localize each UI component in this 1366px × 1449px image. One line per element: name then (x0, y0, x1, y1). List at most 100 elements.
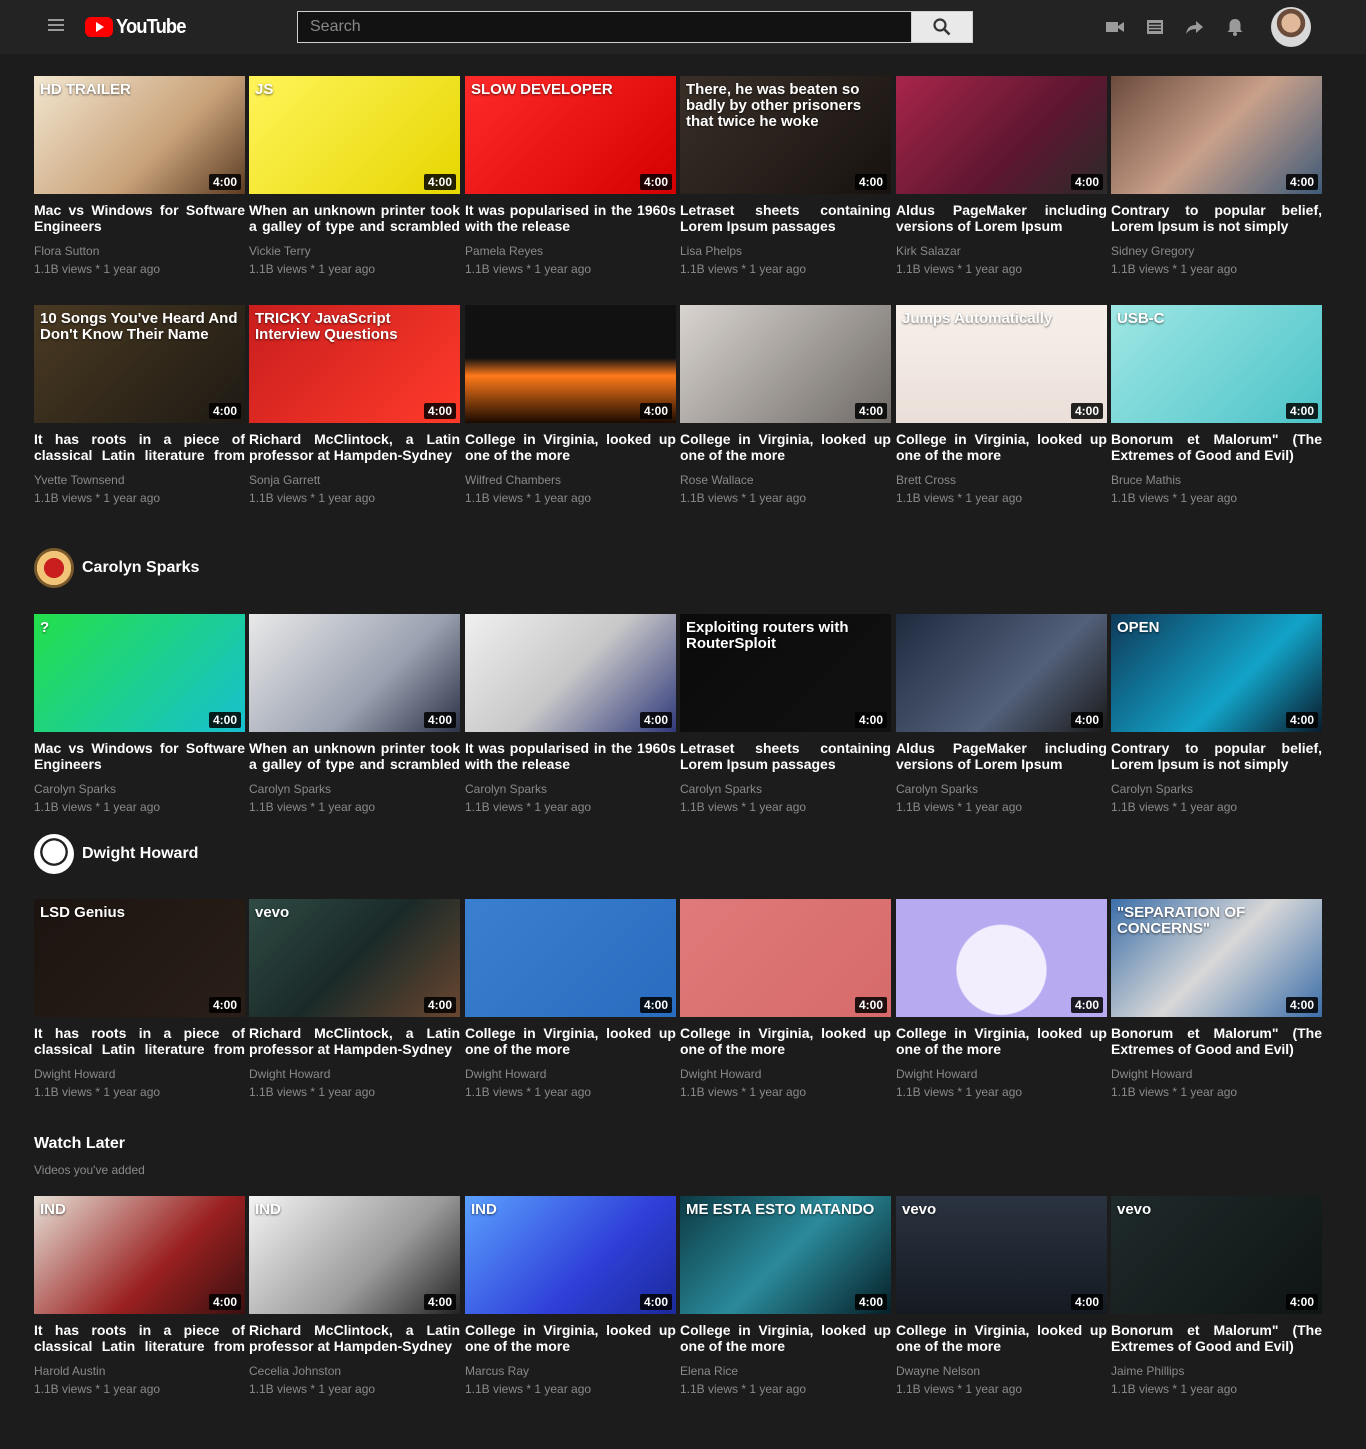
video-thumbnail[interactable]: 4:00 (680, 899, 891, 1017)
channel-link[interactable]: Cecelia Johnston (249, 1364, 460, 1378)
video-card[interactable]: TRICKY JavaScript Interview Questions 4:0… (249, 305, 460, 505)
video-title[interactable]: College in Virginia, looked up one of th… (896, 1322, 1107, 1354)
video-card[interactable]: vevo 4:00 Richard McClintock, a Latin prof… (249, 899, 460, 1099)
video-card[interactable]: OPEN 4:00 Contrary to popular belief, Lore… (1111, 614, 1322, 814)
video-title[interactable]: College in Virginia, looked up one of th… (465, 431, 676, 463)
channel-avatar[interactable] (34, 834, 74, 874)
video-thumbnail[interactable]: TRICKY JavaScript Interview Questions 4:0… (249, 305, 460, 423)
channel-link[interactable]: Harold Austin (34, 1364, 245, 1378)
channel-link[interactable]: Dwight Howard (1111, 1067, 1322, 1081)
video-title[interactable]: College in Virginia, looked up one of th… (680, 1322, 891, 1354)
video-card[interactable]: ME ESTA ESTO MATANDO 4:00 College in Virgi… (680, 1196, 891, 1396)
channel-link[interactable]: Wilfred Chambers (465, 473, 676, 487)
video-title[interactable]: Mac vs Windows for Software Engineers (34, 202, 245, 234)
video-title[interactable]: Richard McClintock, a Latin professor at… (249, 1025, 460, 1057)
channel-link[interactable]: Kirk Salazar (896, 244, 1107, 258)
video-title[interactable]: It has roots in a piece of classical Lat… (34, 1025, 245, 1057)
video-title[interactable]: College in Virginia, looked up one of th… (465, 1322, 676, 1354)
video-card[interactable]: 10 Songs You've Heard And Don't Know The… (34, 305, 245, 505)
channel-link[interactable]: Carolyn Sparks (1111, 782, 1322, 796)
video-thumbnail[interactable]: vevo 4:00 (896, 1196, 1107, 1314)
video-card[interactable]: HD TRAILER 4:00 Mac vs Windows for Softwar… (34, 76, 245, 276)
account-avatar[interactable] (1271, 7, 1311, 47)
video-card[interactable]: 4:00 College in Virginia, looked up one o… (896, 899, 1107, 1099)
youtube-logo[interactable]: YouTube (85, 16, 192, 38)
video-thumbnail[interactable]: 4:00 (896, 899, 1107, 1017)
video-thumbnail[interactable]: 4:00 (1111, 76, 1322, 194)
video-card[interactable]: 4:00 College in Virginia, looked up one o… (680, 305, 891, 505)
video-thumbnail[interactable]: OPEN 4:00 (1111, 614, 1322, 732)
channel-link[interactable]: Brett Cross (896, 473, 1107, 487)
video-card[interactable]: 4:00 Aldus PageMaker including versions o… (896, 614, 1107, 814)
video-title[interactable]: Letraset sheets containing Lorem Ipsum p… (680, 202, 891, 234)
video-title[interactable]: Richard McClintock, a Latin professor at… (249, 431, 460, 463)
video-title[interactable]: When an unknown printer took a galley of… (249, 202, 460, 234)
channel-link[interactable]: Rose Wallace (680, 473, 891, 487)
apps-list-icon[interactable] (1145, 17, 1165, 37)
video-title[interactable]: Bonorum et Malorum" (The Extremes of Goo… (1111, 1025, 1322, 1057)
video-card[interactable]: 4:00 College in Virginia, looked up one o… (680, 899, 891, 1099)
channel-link[interactable]: Jaime Phillips (1111, 1364, 1322, 1378)
video-title[interactable]: Bonorum et Malorum" (The Extremes of Goo… (1111, 431, 1322, 463)
video-title[interactable]: Richard McClintock, a Latin professor at… (249, 1322, 460, 1354)
video-title[interactable]: Aldus PageMaker including versions of Lo… (896, 740, 1107, 772)
video-thumbnail[interactable]: IND 4:00 (465, 1196, 676, 1314)
video-card[interactable]: Jumps Automatically 4:00 College in Virgin… (896, 305, 1107, 505)
video-card[interactable]: vevo 4:00 Bonorum et Malorum" (The Extreme… (1111, 1196, 1322, 1396)
channel-link[interactable]: Bruce Mathis (1111, 473, 1322, 487)
channel-link[interactable]: Dwight Howard (34, 1067, 245, 1081)
video-card[interactable]: There, he was beaten so badly by other p… (680, 76, 891, 276)
video-card[interactable]: 4:00 It was popularised in the 1960s with… (465, 614, 676, 814)
video-thumbnail[interactable]: IND 4:00 (34, 1196, 245, 1314)
video-thumbnail[interactable]: 4:00 (465, 614, 676, 732)
video-thumbnail[interactable]: Jumps Automatically 4:00 (896, 305, 1107, 423)
channel-link[interactable]: Carolyn Sparks (896, 782, 1107, 796)
video-card[interactable]: 4:00 Aldus PageMaker including versions o… (896, 76, 1107, 276)
video-title[interactable]: College in Virginia, looked up one of th… (465, 1025, 676, 1057)
video-thumbnail[interactable]: vevo 4:00 (249, 899, 460, 1017)
video-card[interactable]: IND 4:00 It has roots in a piece of classi… (34, 1196, 245, 1396)
video-title[interactable]: College in Virginia, looked up one of th… (896, 431, 1107, 463)
menu-icon[interactable] (48, 19, 64, 35)
video-title[interactable]: It has roots in a piece of classical Lat… (34, 431, 245, 463)
video-thumbnail[interactable]: IND 4:00 (249, 1196, 460, 1314)
video-thumbnail[interactable]: 4:00 (249, 614, 460, 732)
video-thumbnail[interactable]: 4:00 (896, 76, 1107, 194)
channel-link[interactable]: Sonja Garrett (249, 473, 460, 487)
video-thumbnail[interactable]: 4:00 (465, 305, 676, 423)
channel-link[interactable]: Vickie Terry (249, 244, 460, 258)
video-thumbnail[interactable]: SLOW DEVELOPER 4:00 (465, 76, 676, 194)
video-title[interactable]: College in Virginia, looked up one of th… (896, 1025, 1107, 1057)
video-thumbnail[interactable]: 4:00 (896, 614, 1107, 732)
video-card[interactable]: LSD Genius 4:00 It has roots in a piece of… (34, 899, 245, 1099)
video-thumbnail[interactable]: Exploiting routers with RouterSploit 4:00 (680, 614, 891, 732)
video-title[interactable]: It has roots in a piece of classical Lat… (34, 1322, 245, 1354)
video-card[interactable]: 4:00 College in Virginia, looked up one o… (465, 899, 676, 1099)
channel-link[interactable]: Pamela Reyes (465, 244, 676, 258)
channel-link[interactable]: Dwight Howard (249, 1067, 460, 1081)
video-thumbnail[interactable]: ME ESTA ESTO MATANDO 4:00 (680, 1196, 891, 1314)
channel-link[interactable]: Elena Rice (680, 1364, 891, 1378)
share-icon[interactable] (1185, 17, 1205, 37)
bell-icon[interactable] (1225, 17, 1245, 37)
video-thumbnail[interactable]: HD TRAILER 4:00 (34, 76, 245, 194)
video-camera-icon[interactable] (1105, 17, 1125, 37)
channel-link[interactable]: Sidney Gregory (1111, 244, 1322, 258)
video-title[interactable]: College in Virginia, looked up one of th… (680, 431, 891, 463)
video-card[interactable]: ? 4:00 Mac vs Windows for Software Enginee… (34, 614, 245, 814)
video-title[interactable]: Bonorum et Malorum" (The Extremes of Goo… (1111, 1322, 1322, 1354)
search-button[interactable] (911, 11, 973, 43)
video-thumbnail[interactable]: 4:00 (680, 305, 891, 423)
channel-link[interactable]: Carolyn Sparks (680, 782, 891, 796)
video-card[interactable]: IND 4:00 Richard McClintock, a Latin profe… (249, 1196, 460, 1396)
channel-link[interactable]: Dwight Howard (680, 1067, 891, 1081)
channel-link[interactable]: Lisa Phelps (680, 244, 891, 258)
video-title[interactable]: Contrary to popular belief, Lorem Ipsum … (1111, 202, 1322, 234)
video-card[interactable]: 4:00 Contrary to popular belief, Lorem Ip… (1111, 76, 1322, 276)
video-title[interactable]: College in Virginia, looked up one of th… (680, 1025, 891, 1057)
video-thumbnail[interactable]: 10 Songs You've Heard And Don't Know The… (34, 305, 245, 423)
video-thumbnail[interactable]: ? 4:00 (34, 614, 245, 732)
channel-link[interactable]: Yvette Townsend (34, 473, 245, 487)
channel-link[interactable]: Marcus Ray (465, 1364, 676, 1378)
video-thumbnail[interactable]: There, he was beaten so badly by other p… (680, 76, 891, 194)
